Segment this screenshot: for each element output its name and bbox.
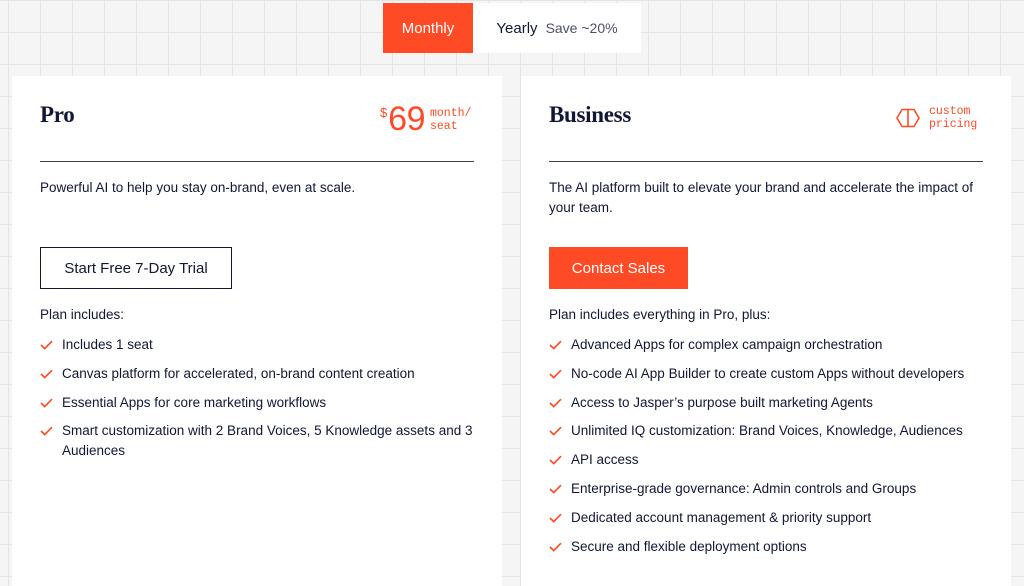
list-item: Essential Apps for core marketing workfl… <box>40 393 488 413</box>
check-icon <box>549 450 562 470</box>
billing-toggle: Monthly Yearly Save ~20% <box>383 3 641 53</box>
list-item: Access to Jasper’s purpose built marketi… <box>549 393 997 413</box>
check-icon <box>549 393 562 413</box>
feature-text: Essential Apps for core marketing workfl… <box>62 394 327 410</box>
feature-list: Advanced Apps for complex campaign orche… <box>549 335 997 565</box>
price-unit-line2: seat <box>430 120 458 133</box>
list-item: Smart customization with 2 Brand Voices,… <box>40 421 488 461</box>
check-icon <box>40 335 53 355</box>
feature-list: Includes 1 seat Canvas platform for acce… <box>40 335 488 470</box>
feature-text: Dedicated account management & priority … <box>571 509 872 525</box>
feature-text: Smart customization with 2 Brand Voices,… <box>62 423 473 459</box>
list-item: API access <box>549 450 997 470</box>
plan-includes-title: Plan includes everything in Pro, plus: <box>549 307 771 322</box>
monthly-toggle-button[interactable]: Monthly <box>383 3 473 53</box>
list-item: Advanced Apps for complex campaign orche… <box>549 335 997 355</box>
start-trial-button[interactable]: Start Free 7-Day Trial <box>40 247 232 289</box>
list-item: Dedicated account management & priority … <box>549 508 997 528</box>
list-item: Enterprise-grade governance: Admin contr… <box>549 479 997 499</box>
check-icon <box>549 508 562 528</box>
list-item: Includes 1 seat <box>40 335 488 355</box>
list-item: No-code AI App Builder to create custom … <box>549 364 997 384</box>
feature-text: Unlimited IQ customization: Brand Voices… <box>571 423 963 439</box>
pro-plan-card: Pro $ 69 month/ seat Powerful AI to help… <box>12 76 502 586</box>
check-icon <box>40 421 53 441</box>
plan-title: Pro <box>40 102 75 127</box>
feature-text: API access <box>571 452 639 468</box>
divider <box>549 161 983 162</box>
hexagon-box-icon <box>896 108 920 128</box>
yearly-save-label: Save ~20% <box>545 20 618 36</box>
plan-title: Business <box>549 102 631 127</box>
check-icon <box>549 537 562 557</box>
yearly-toggle-button[interactable]: Yearly Save ~20% <box>473 3 641 53</box>
check-icon <box>549 479 562 499</box>
plan-includes-title: Plan includes: <box>40 307 125 322</box>
feature-text: Canvas platform for accelerated, on-bran… <box>62 365 415 381</box>
price-currency: $ <box>379 105 388 120</box>
price-unit: month/ seat <box>430 107 474 133</box>
check-icon <box>549 364 562 384</box>
custom-pricing-line2: pricing <box>929 118 978 131</box>
check-icon <box>40 364 53 384</box>
list-item: Secure and flexible deployment options <box>549 537 997 557</box>
price: $ 69 month/ seat <box>379 100 474 138</box>
custom-pricing: custom pricing <box>896 105 983 131</box>
price-unit-line1: month/ <box>430 107 472 120</box>
list-item: Unlimited IQ customization: Brand Voices… <box>549 421 997 441</box>
price-amount: 69 <box>388 100 425 138</box>
plan-description: Powerful AI to help you stay on-brand, e… <box>40 180 356 195</box>
feature-text: Advanced Apps for complex campaign orche… <box>571 337 883 352</box>
custom-pricing-text: custom pricing <box>929 105 983 131</box>
check-icon <box>549 421 562 441</box>
list-item: Canvas platform for accelerated, on-bran… <box>40 364 488 384</box>
check-icon <box>40 393 53 413</box>
plan-description: The AI platform built to elevate your br… <box>549 180 973 215</box>
check-icon <box>549 335 562 355</box>
feature-text: No-code AI App Builder to create custom … <box>571 365 965 381</box>
yearly-label: Yearly <box>496 19 538 37</box>
feature-text: Secure and flexible deployment options <box>571 538 807 554</box>
business-plan-card: Business custom pricing The AI platform … <box>521 76 1011 586</box>
feature-text: Includes 1 seat <box>62 337 153 352</box>
feature-text: Access to Jasper’s purpose built marketi… <box>571 394 873 410</box>
custom-pricing-line1: custom <box>929 105 971 118</box>
divider <box>40 161 474 162</box>
contact-sales-button[interactable]: Contact Sales <box>549 247 688 289</box>
feature-text: Enterprise-grade governance: Admin contr… <box>571 480 917 496</box>
